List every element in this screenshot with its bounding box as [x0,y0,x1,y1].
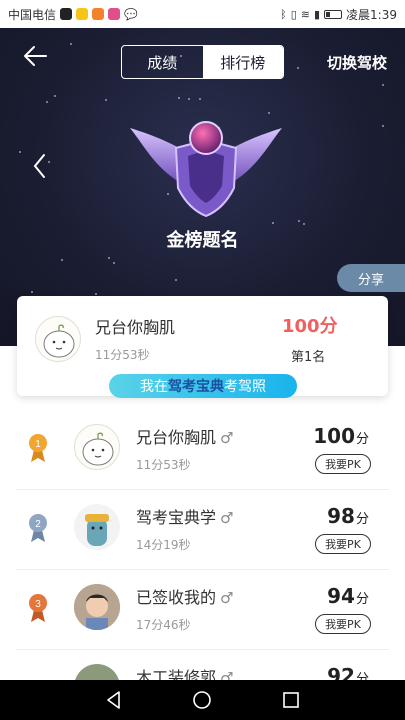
score-value: 94 [327,584,355,608]
star-dot [303,223,305,225]
pk-button[interactable]: 我要PK [315,454,371,474]
silver-medal-icon: 2 [29,514,47,542]
battery-icon [324,9,343,19]
score: 94分 [327,584,369,608]
score-unit: 分 [355,592,369,607]
recents-square-icon[interactable] [280,689,302,711]
star-dot [108,257,110,259]
score-unit: 分 [355,512,369,527]
user-name: 驾考宝典学 ♂ [136,504,233,528]
male-icon: ♂ [220,589,234,607]
star-dot [46,101,48,103]
signal-icon: ▮ [313,7,321,21]
star-dot [19,151,21,153]
my-score-card: 兄台你胸肌 11分53秒 100分 第1名 我在 驾考宝典 考驾照 [17,296,388,398]
my-username: 兄台你胸肌 [95,318,176,337]
promo-banner[interactable]: 我在 驾考宝典 考驾照 [109,374,297,398]
my-score: 100分 [282,316,338,337]
tab-switcher: 成绩 排行榜 [121,45,284,79]
star-dot [54,95,56,97]
score-unit: 分 [355,432,369,447]
switch-school-button[interactable]: 切换驾校 [327,52,387,73]
star-dot [95,293,97,295]
back-triangle-icon[interactable] [103,689,125,711]
list-item[interactable]: 3 已签收我的 ♂ 17分46秒 94分 我要PK [16,570,389,650]
list-item[interactable]: 2 驾考宝典学 ♂ 14分19秒 98分 我要PK [16,490,389,570]
message-icon: 💬 [124,7,138,21]
duration: 17分46秒 [136,618,191,632]
vibrate-icon: ▯ [290,7,297,21]
wifi-icon: ≋ [300,7,310,21]
duration: 11分53秒 [136,458,191,472]
star-dot [199,98,201,100]
status-time: 凌晨1:39 [346,7,397,22]
app-icon [92,8,105,20]
status-left: 中国电信 💬 [8,6,138,23]
medal-rank-number: 3 [35,599,41,610]
status-bar: 中国电信 💬 ᛒ ▯ ≋ ▮ 凌晨1:39 [0,0,405,28]
app-icon [108,8,121,20]
app-icon [76,8,89,20]
star-dot [178,97,180,99]
banner-suffix: 考驾照 [224,379,266,395]
user-name: 兄台你胸肌 ♂ [136,424,233,448]
duration: 14分19秒 [136,538,191,552]
tiktok-icon [60,8,73,20]
user-name-text: 兄台你胸肌 [136,428,217,447]
star-dot [382,125,384,127]
medal-rank-number: 1 [35,439,41,450]
star-dot [175,279,177,281]
score: 98分 [327,504,369,528]
rank-title: 金榜题名 [166,230,239,251]
avatar [74,424,120,470]
avatar [74,584,120,630]
tab-leaderboard[interactable]: 排行榜 [202,46,283,78]
pk-button[interactable]: 我要PK [315,614,371,634]
male-icon: ♂ [220,509,234,527]
carrier-label: 中国电信 [8,7,57,22]
status-right: ᛒ ▯ ≋ ▮ 凌晨1:39 [280,6,397,23]
chevron-left-icon[interactable] [30,151,50,181]
star-dot [105,99,107,101]
score: 100分 [313,424,369,448]
score-value: 98 [327,504,355,528]
star-dot [61,259,63,261]
star-dot [382,84,384,86]
score-value: 100 [313,424,355,448]
back-arrow-icon[interactable] [20,42,50,70]
user-name: 已签收我的 ♂ [136,584,233,608]
star-dot [113,262,115,264]
gold-medal-icon: 1 [29,434,47,462]
medal-rank-number: 2 [35,519,41,530]
list-item[interactable]: 1 兄台你胸肌 ♂ 11分53秒 100分 我要PK [16,410,389,490]
top-nav: 成绩 排行榜 切换驾校 [0,36,405,79]
star-dot [298,220,300,222]
user-name-text: 已签收我的 [136,588,217,607]
pk-button[interactable]: 我要PK [315,534,371,554]
user-name-text: 驾考宝典学 [136,508,217,527]
system-nav-bar [0,680,405,720]
rank-emblem-icon [130,121,282,218]
my-rank: 第1名 [291,350,326,365]
bluetooth-icon: ᛒ [280,7,287,21]
home-circle-icon[interactable] [191,689,213,711]
share-button[interactable]: 分享 [337,264,405,292]
star-dot [31,291,33,293]
my-duration: 11分53秒 [95,348,150,362]
male-icon: ♂ [220,429,234,447]
tab-score[interactable]: 成绩 [122,46,203,78]
banner-prefix: 我在 [140,379,168,395]
bronze-medal-icon: 3 [29,594,47,622]
avatar [74,504,120,550]
avatar [35,316,81,362]
star-dot [188,98,190,100]
banner-brand: 驾考宝典 [168,379,224,395]
